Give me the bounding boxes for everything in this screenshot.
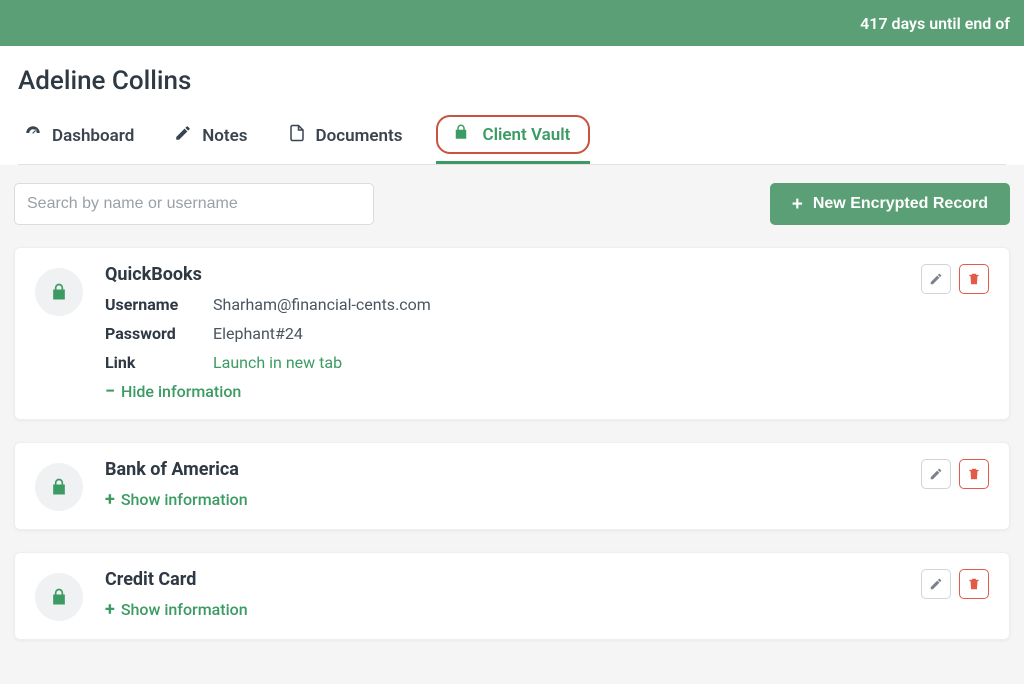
tab-notes[interactable]: Notes [168, 114, 253, 164]
password-label: Password [105, 324, 197, 343]
username-value: Sharham@financial-cents.com [213, 295, 431, 314]
plus-icon: + [105, 491, 115, 509]
show-information-toggle[interactable]: + Show information [105, 600, 899, 619]
trash-icon [967, 272, 981, 286]
lock-icon [49, 282, 69, 302]
delete-button[interactable] [959, 264, 989, 294]
tab-dashboard[interactable]: Dashboard [18, 114, 140, 164]
tab-client-vault[interactable]: Client Vault [436, 114, 590, 164]
new-button-label: New Encrypted Record [813, 195, 988, 213]
launch-link[interactable]: Launch in new tab [213, 353, 342, 372]
tab-label: Dashboard [52, 126, 134, 146]
content-area: + New Encrypted Record QuickBooks Userna… [0, 165, 1024, 680]
record-title: Bank of America [105, 459, 899, 480]
delete-button[interactable] [959, 459, 989, 489]
tab-highlight: Client Vault [436, 115, 590, 154]
tab-documents[interactable]: Documents [282, 114, 409, 164]
username-label: Username [105, 295, 197, 314]
toggle-label: Show information [121, 490, 248, 509]
lock-badge [35, 573, 83, 621]
lock-icon [452, 123, 470, 146]
lock-icon [49, 477, 69, 497]
delete-button[interactable] [959, 569, 989, 599]
tab-label: Notes [202, 126, 247, 146]
record-title: QuickBooks [105, 264, 899, 285]
tab-label: Client Vault [482, 125, 570, 145]
pencil-icon [174, 124, 192, 147]
tab-bar: Dashboard Notes Documents Client Vault [18, 114, 1006, 165]
countdown-text: 417 days until end of [860, 14, 1010, 33]
plus-icon: + [792, 195, 803, 214]
search-input[interactable] [14, 183, 374, 225]
page-header: Adeline Collins Dashboard Notes Document… [0, 46, 1024, 165]
toggle-label: Hide information [121, 382, 241, 401]
pencil-icon [929, 467, 943, 481]
record-title: Credit Card [105, 569, 899, 590]
trash-icon [967, 467, 981, 481]
minus-icon: − [105, 383, 115, 401]
plus-icon: + [105, 601, 115, 619]
toolbar: + New Encrypted Record [14, 183, 1010, 225]
vault-record: Bank of America + Show information [14, 442, 1010, 530]
vault-record: QuickBooks Username Sharham@financial-ce… [14, 247, 1010, 420]
pencil-icon [929, 577, 943, 591]
dashboard-icon [24, 124, 42, 147]
password-value: Elephant#24 [213, 324, 303, 343]
trash-icon [967, 577, 981, 591]
link-label: Link [105, 353, 197, 372]
edit-button[interactable] [921, 459, 951, 489]
lock-badge [35, 268, 83, 316]
hide-information-toggle[interactable]: − Hide information [105, 382, 899, 401]
file-icon [288, 124, 306, 147]
lock-icon [49, 587, 69, 607]
toggle-label: Show information [121, 600, 248, 619]
pencil-icon [929, 272, 943, 286]
tab-label: Documents [316, 126, 403, 146]
show-information-toggle[interactable]: + Show information [105, 490, 899, 509]
page-title: Adeline Collins [18, 66, 1006, 96]
edit-button[interactable] [921, 264, 951, 294]
top-bar: 417 days until end of [0, 0, 1024, 46]
lock-badge [35, 463, 83, 511]
new-encrypted-record-button[interactable]: + New Encrypted Record [770, 183, 1010, 225]
edit-button[interactable] [921, 569, 951, 599]
vault-record: Credit Card + Show information [14, 552, 1010, 640]
